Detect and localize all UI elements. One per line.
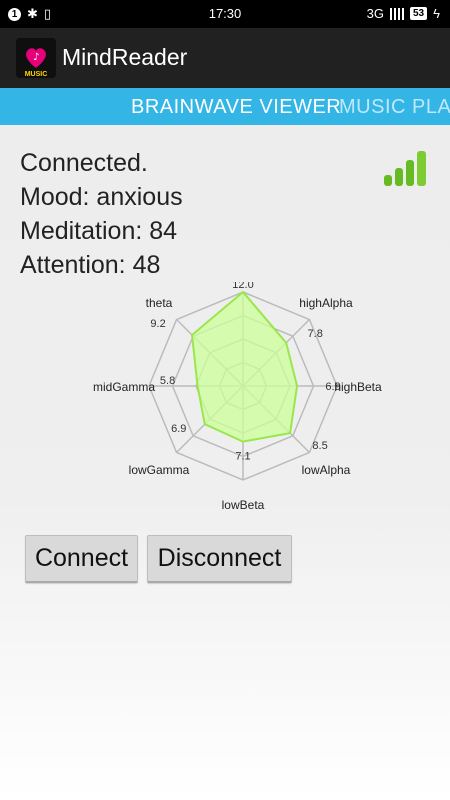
radar-axis-label: highBeta [334,380,382,394]
radar-axis-label: highAlpha [299,296,353,310]
network-type: 3G [366,6,384,21]
disconnect-button[interactable]: Disconnect [147,535,292,583]
cell-signal-icon [389,7,404,20]
radar-value-label: 12.0 [232,282,253,291]
app-title: MindReader [62,44,188,70]
radar-data-area [190,290,299,443]
tab-bar: BRAINWAVE VIEWER MUSIC PLAY [0,88,450,125]
status-panel: Connected. Mood: anxious Meditation: 84 … [20,146,183,282]
connect-button[interactable]: Connect [25,535,138,583]
radar-value-label: 6.9 [171,423,186,435]
signal-strength-icon [384,151,426,186]
radar-value-label: 8.5 [312,440,327,452]
tab-music-player[interactable]: MUSIC PLAY [339,96,450,119]
connection-status: Connected. [20,149,148,177]
radar-value-label: 7.1 [235,451,250,463]
battery-level: 53 [409,7,428,20]
status-bar: 1 ✱ ▯ 17:30 3G 53 ϟ [0,0,450,28]
charging-icon: ϟ [433,6,440,21]
radar-value-label: 7.8 [308,328,323,340]
radar-axis-label: lowBeta [222,498,265,512]
meditation-readout: Meditation: 84 [20,217,178,245]
brainwave-radar-chart: 12.07.86.98.57.16.95.89.2highAlphahighBe… [93,282,382,512]
radar-value-label: 5.8 [160,375,175,387]
radar-value-label: 9.2 [150,318,165,330]
radar-axis-label: lowAlpha [302,463,351,477]
svg-text:♪: ♪ [33,52,39,63]
app-logo-icon: ♪ MUSIC [16,38,56,78]
radar-axis-label: theta [146,296,173,310]
attention-readout: Attention: 48 [20,251,161,279]
app-bar: ♪ MUSIC MindReader [0,28,450,88]
svg-text:MUSIC: MUSIC [25,71,48,78]
radar-axis-label: midGamma [93,380,155,394]
radar-axis-label: lowGamma [129,463,190,477]
tab-brainwave-viewer[interactable]: BRAINWAVE VIEWER [131,96,341,119]
mood-readout: Mood: anxious [20,183,183,211]
